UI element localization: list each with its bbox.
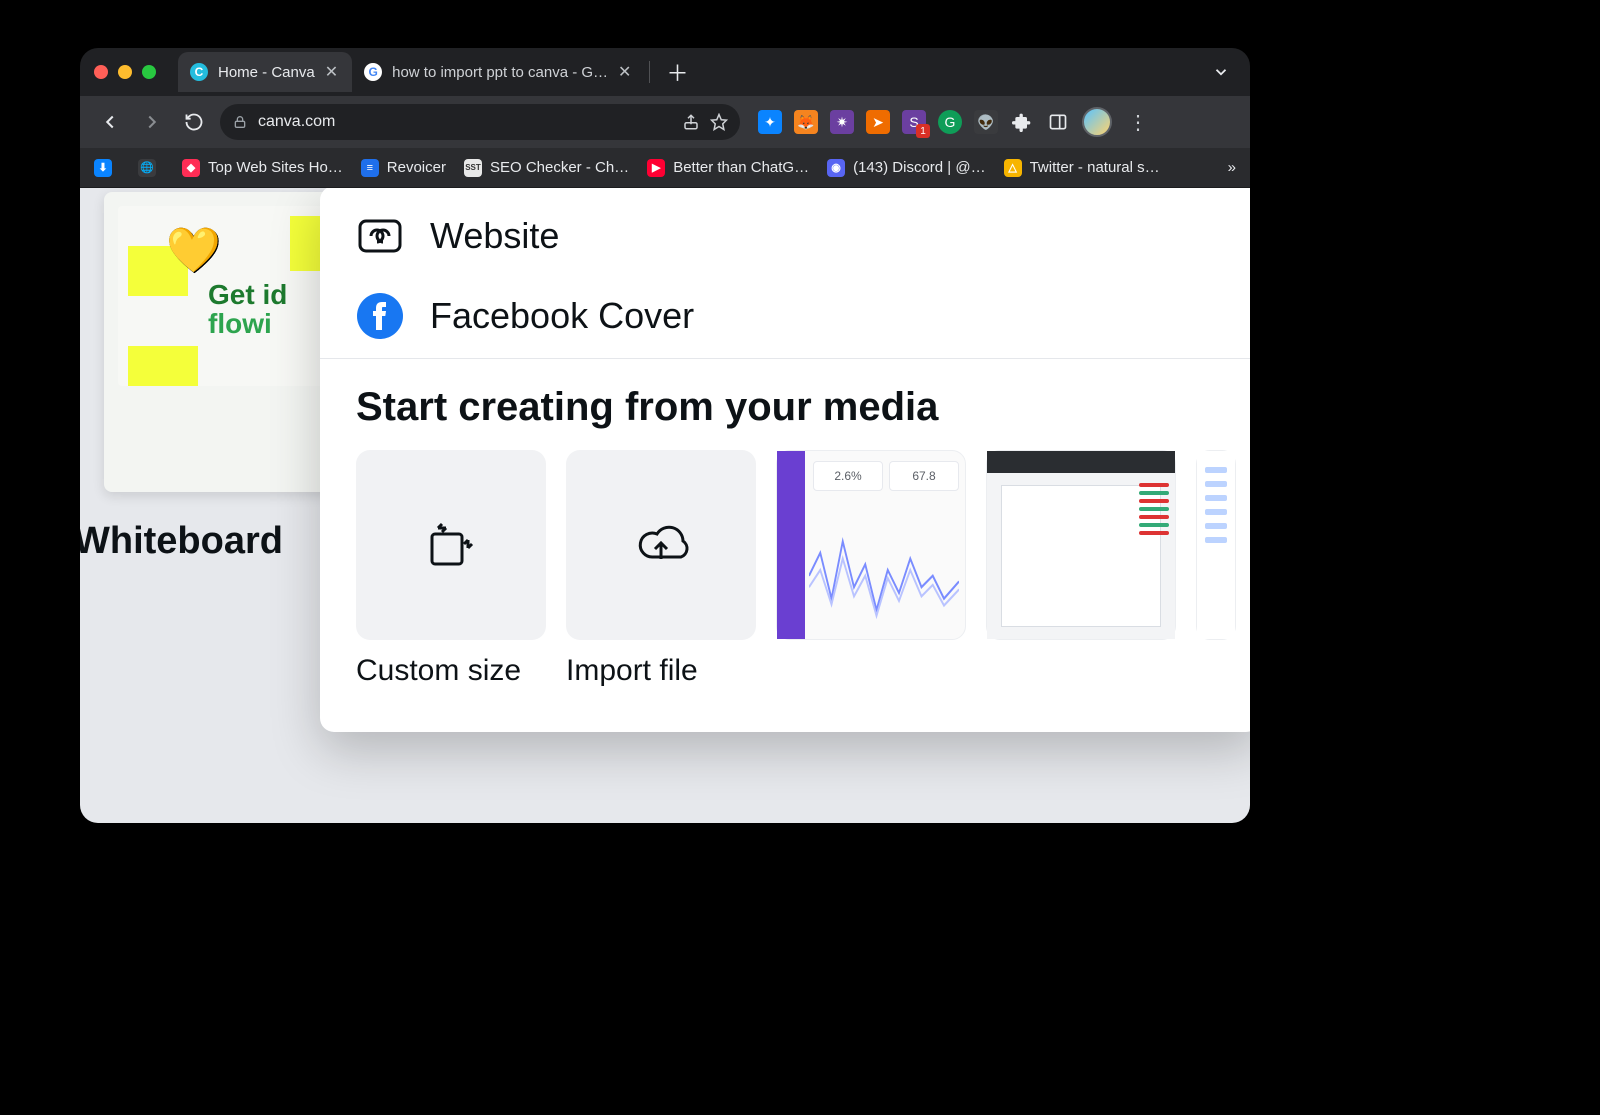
tab-overflow-button[interactable] xyxy=(1212,63,1230,81)
bookmark-item[interactable]: ◆Top Web Sites Ho… xyxy=(182,159,343,177)
tab-canva[interactable]: C Home - Canva ✕ xyxy=(178,52,352,92)
google-favicon: G xyxy=(364,63,382,81)
bookmark-item[interactable]: ◉(143) Discord | @… xyxy=(827,159,986,177)
titlebar: C Home - Canva ✕ G how to import ppt to … xyxy=(80,48,1250,96)
canva-favicon: C xyxy=(190,63,208,81)
tab-divider xyxy=(649,61,650,83)
card-import-file[interactable]: Import file xyxy=(566,450,756,688)
option-website[interactable]: Website xyxy=(320,196,1250,276)
extension-icon[interactable]: ➤ xyxy=(866,110,890,134)
share-icon[interactable] xyxy=(682,113,700,131)
template-thumbnail: 💛 Get id flowi xyxy=(118,206,350,386)
section-title: Start creating from your media xyxy=(320,377,1250,450)
heart-icon: 💛 xyxy=(166,224,221,276)
media-thumbnail[interactable]: 2.6% 67.8 xyxy=(776,450,966,640)
link-icon xyxy=(356,212,404,260)
extension-icon[interactable]: S xyxy=(902,110,926,134)
window-controls xyxy=(94,65,156,79)
divider xyxy=(320,358,1250,359)
desktop-thumbnail xyxy=(986,450,1176,640)
close-icon[interactable]: ✕ xyxy=(618,62,631,82)
list-thumbnail xyxy=(1196,450,1236,640)
bookmark-item[interactable]: ⬇ xyxy=(94,159,120,177)
bookmark-item[interactable]: △Twitter - natural s… xyxy=(1004,159,1160,177)
toolbar: canva.com ✦ 🦊 ✷ ➤ S G 👽 ⋮ xyxy=(80,96,1250,148)
lock-icon xyxy=(232,114,248,130)
option-facebook-cover[interactable]: Facebook Cover xyxy=(320,276,1250,356)
forward-button[interactable] xyxy=(136,106,168,138)
extension-icon[interactable]: ✦ xyxy=(758,110,782,134)
address-bar[interactable]: canva.com xyxy=(220,104,740,140)
back-button[interactable] xyxy=(94,106,126,138)
profile-avatar[interactable] xyxy=(1082,107,1112,137)
facebook-icon xyxy=(356,292,404,340)
window-close-button[interactable] xyxy=(94,65,108,79)
custom-size-icon xyxy=(356,450,546,640)
bookmarks-overflow-button[interactable]: » xyxy=(1228,159,1236,176)
tab-title: how to import ppt to canva - G… xyxy=(392,64,608,81)
side-panel-icon[interactable] xyxy=(1046,110,1070,134)
tab-strip: C Home - Canva ✕ G how to import ppt to … xyxy=(178,48,1202,96)
page-content: 💛 Get id flowi Whiteboard Website Face xyxy=(80,188,1250,823)
media-thumbnail[interactable] xyxy=(986,450,1176,640)
create-design-panel: Website Facebook Cover Start creating fr… xyxy=(320,188,1250,732)
reload-button[interactable] xyxy=(178,106,210,138)
window-zoom-button[interactable] xyxy=(142,65,156,79)
option-label: Website xyxy=(430,215,559,257)
option-label: Facebook Cover xyxy=(430,295,694,337)
card-custom-size[interactable]: Custom size xyxy=(356,450,546,688)
browser-window: C Home - Canva ✕ G how to import ppt to … xyxy=(80,48,1250,823)
metric-value: 67.8 xyxy=(889,461,959,491)
tab-google-search[interactable]: G how to import ppt to canva - G… ✕ xyxy=(352,52,645,92)
extension-grammarly-icon[interactable]: G xyxy=(938,110,962,134)
media-row: Custom size Import file 2.6% 67.8 xyxy=(320,450,1250,688)
window-minimize-button[interactable] xyxy=(118,65,132,79)
metric-value: 2.6% xyxy=(813,461,883,491)
template-title: Get id flowi xyxy=(208,280,287,339)
card-label: Import file xyxy=(566,654,756,688)
media-thumbnail-partial[interactable] xyxy=(1196,450,1236,640)
bookmark-item[interactable]: ≡Revoicer xyxy=(361,159,446,177)
url-text: canva.com xyxy=(258,113,335,131)
tab-title: Home - Canva xyxy=(218,64,315,81)
extensions: ✦ 🦊 ✷ ➤ S G 👽 ⋮ xyxy=(758,107,1152,137)
bookmark-item[interactable]: SSTSEO Checker - Ch… xyxy=(464,159,629,177)
card-label: Custom size xyxy=(356,654,546,688)
close-icon[interactable]: ✕ xyxy=(325,62,338,82)
extensions-menu-icon[interactable] xyxy=(1010,110,1034,134)
extension-icon[interactable]: 👽 xyxy=(974,110,998,134)
kebab-menu-icon[interactable]: ⋮ xyxy=(1124,110,1152,135)
new-tab-button[interactable]: ＋ xyxy=(654,56,700,88)
analytics-thumbnail: 2.6% 67.8 xyxy=(776,450,966,640)
star-icon[interactable] xyxy=(710,113,728,131)
bookmark-item[interactable]: 🌐 xyxy=(138,159,164,177)
bookmarks-bar: ⬇ 🌐 ◆Top Web Sites Ho… ≡Revoicer SSTSEO … xyxy=(80,148,1250,188)
extension-icon[interactable]: ✷ xyxy=(830,110,854,134)
bookmark-item[interactable]: ▶Better than ChatG… xyxy=(647,159,809,177)
extension-metamask-icon[interactable]: 🦊 xyxy=(794,110,818,134)
upload-icon xyxy=(566,450,756,640)
category-whiteboard-label: Whiteboard xyxy=(80,520,283,563)
